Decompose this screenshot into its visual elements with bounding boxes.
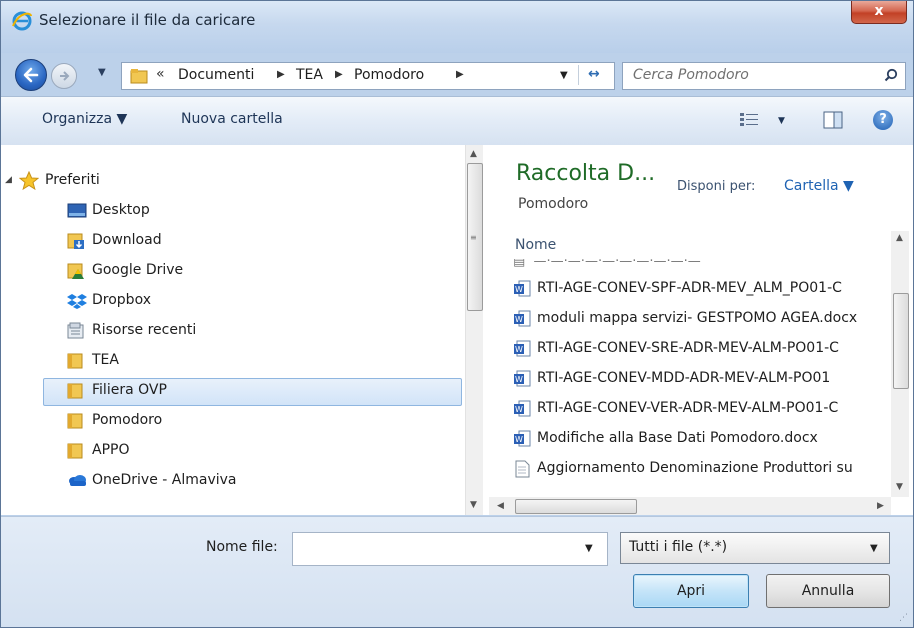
address-separator [578,65,579,85]
close-button[interactable]: x [851,1,907,24]
star-icon [18,170,40,194]
file-row[interactable]: W RTI-AGE-CONEV-SRE-ADR-MEV-ALM-PO01-C [513,337,891,363]
scroll-down-icon[interactable]: ▼ [470,500,477,510]
folder-icon [67,442,85,464]
file-name-input[interactable] [292,532,608,566]
file-open-dialog: Selezionare il file da caricare x ▼ « Do… [0,0,914,628]
breadcrumb-arrow-icon[interactable]: ▶ [277,69,285,80]
file-list-pane: Raccolta D... Pomodoro Disponi per: Cart… [489,145,913,515]
file-row[interactable]: W RTI-AGE-CONEV-SPF-ADR-MEV_ALM_PO01-C [513,277,891,303]
navigation-pane: ◢ Preferiti Desktop Download Google Driv… [1,145,463,515]
favorites-label: Preferiti [45,172,100,188]
scroll-grip-icon: ≡ [470,233,477,242]
window-title: Selezionare il file da caricare [39,11,256,29]
breadcrumb-documenti[interactable]: Documenti [178,67,254,83]
word-document-icon: W [513,310,531,332]
refresh-icon[interactable]: ↔ [588,66,600,82]
organize-button[interactable]: Organizza ▼ [42,111,127,127]
column-header-name[interactable]: Nome [515,237,556,253]
file-row[interactable]: W RTI-AGE-CONEV-MDD-ADR-MEV-ALM-PO01 [513,367,891,393]
arrow-left-icon [23,67,39,83]
svg-text:W: W [515,435,523,444]
resize-grip-icon[interactable]: ⋰ [899,613,908,623]
breadcrumb-arrow-icon[interactable]: ▶ [335,69,343,80]
file-row[interactable]: W moduli mappa servizi- GESTPOMO AGEA.do… [513,307,891,333]
onedrive-icon [67,472,87,492]
address-bar[interactable]: « Documenti ▶ TEA ▶ Pomodoro ▶ ▼ ↔ [121,62,615,90]
word-document-icon: W [513,340,531,362]
text-document-icon [513,460,531,482]
view-options-icon[interactable] [739,111,761,133]
arrow-right-icon [60,71,70,81]
file-type-value: Tutti i file (*.*) [629,539,728,555]
back-button[interactable] [15,59,47,91]
file-name-dropdown-icon[interactable]: ▼ [585,543,593,554]
scroll-down-icon[interactable]: ▼ [896,482,903,492]
library-title: Raccolta D... [516,161,656,186]
download-folder-icon [67,232,85,254]
file-type-select[interactable]: Tutti i file (*.*) ▼ [620,532,890,564]
dialog-footer: Nome file: ▼ Tutti i file (*.*) ▼ Apri A… [1,516,913,627]
open-button[interactable]: Apri [633,574,749,608]
preview-pane-icon[interactable] [823,111,843,133]
svg-text:W: W [515,405,523,414]
command-toolbar: Organizza ▼ Nuova cartella ▼ ? [1,96,913,146]
search-placeholder: Cerca Pomodoro [633,67,749,83]
word-document-icon: W [513,430,531,452]
scroll-right-icon[interactable]: ▶ [877,501,884,511]
breadcrumb-tea[interactable]: TEA [296,67,323,83]
google-drive-icon [67,262,85,284]
word-document-icon: W [513,280,531,302]
title-bar: Selezionare il file da caricare x [1,1,913,53]
breadcrumb-pomodoro[interactable]: Pomodoro [354,67,424,83]
svg-text:W: W [515,345,523,354]
arrange-by-label: Disponi per: [677,179,756,194]
arrange-by-dropdown[interactable]: Cartella ▼ [784,178,854,194]
recent-locations-dropdown[interactable]: ▼ [98,67,106,78]
horizontal-scroll-thumb[interactable] [515,499,637,514]
folder-icon [67,352,85,374]
cancel-button[interactable]: Annulla [766,574,890,608]
file-row[interactable]: Aggiornamento Denominazione Produttori s… [513,457,891,483]
folder-icon [130,68,148,88]
file-row[interactable]: W Modifiche alla Base Dati Pomodoro.docx [513,427,891,453]
folder-icon [67,382,85,404]
forward-button[interactable] [51,63,77,89]
address-dropdown-icon[interactable]: ▼ [560,70,568,81]
word-document-icon: W [513,400,531,422]
svg-text:W: W [515,285,523,294]
dropbox-icon [67,292,87,314]
scroll-up-icon[interactable]: ▲ [470,149,477,159]
collapse-arrow-icon[interactable]: ◢ [5,175,12,185]
folder-icon [67,412,85,434]
file-list-scroll-thumb[interactable] [893,293,909,389]
partial-file-row: ▤ —·—·—·—·—·—·—·—·—·— [513,259,701,269]
content-area: ◢ Preferiti Desktop Download Google Driv… [1,145,913,515]
search-input[interactable]: Cerca Pomodoro [622,62,906,90]
svg-text:W: W [515,375,523,384]
search-icon[interactable] [884,68,898,86]
file-name-label: Nome file: [206,539,278,555]
file-row[interactable]: W RTI-AGE-CONEV-VER-ADR-MEV-ALM-PO01-C [513,397,891,423]
navigation-bar: ▼ « Documenti ▶ TEA ▶ Pomodoro ▶ ▼ ↔ Cer… [1,53,913,95]
view-dropdown-icon[interactable]: ▼ [778,116,785,126]
desktop-icon [67,202,87,223]
scroll-left-icon[interactable]: ◀ [497,501,504,511]
scroll-up-icon[interactable]: ▲ [896,233,903,243]
word-document-icon: W [513,370,531,392]
svg-text:W: W [515,315,523,324]
ie-icon [11,10,33,32]
library-subtitle: Pomodoro [518,196,589,212]
new-folder-button[interactable]: Nuova cartella [181,111,283,127]
breadcrumb-arrow-icon[interactable]: ▶ [456,69,464,80]
recent-places-icon [67,322,85,344]
help-icon[interactable]: ? [873,110,893,130]
overflow-chevron[interactable]: « [156,66,165,82]
chevron-down-icon: ▼ [870,543,878,554]
